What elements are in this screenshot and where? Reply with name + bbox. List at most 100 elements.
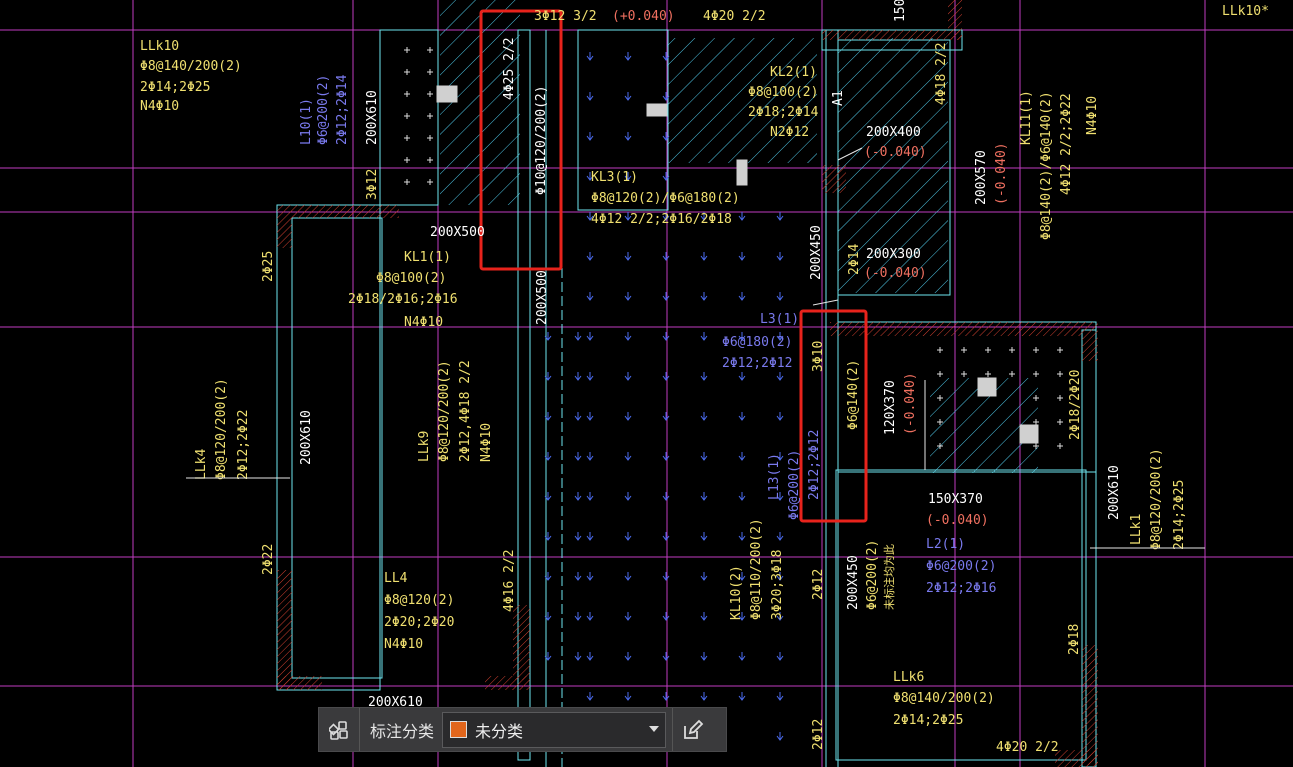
slab-plus-mark <box>1057 347 1063 353</box>
slab-arrow <box>574 452 582 461</box>
kl2-size: 200X400 <box>866 125 921 140</box>
size-150x370: 150X370 <box>928 492 983 507</box>
llk4-stirrup: Φ8@120/200(2) <box>214 378 229 480</box>
bar-3c12: 3Φ12 <box>365 169 380 200</box>
slab-arrow <box>776 372 784 381</box>
llk4-size: 200X610 <box>299 410 314 465</box>
slab-arrow <box>624 92 632 101</box>
category-select[interactable]: 未分类 <box>442 711 667 748</box>
slab-arrow <box>574 652 582 661</box>
bar-2c22: 2Φ22 <box>261 544 276 575</box>
llk1-name: LLk1 <box>1129 514 1144 545</box>
kl3-name: KL3(1) <box>591 170 638 185</box>
slab-arrow <box>776 652 784 661</box>
top-label-far-right: LLk10* <box>1222 4 1269 19</box>
slab-arrow <box>624 572 632 581</box>
slab-plus-mark <box>427 179 433 185</box>
kl10b-note: 未标注均为此 <box>882 544 896 610</box>
slab-plus-mark <box>404 135 410 141</box>
kl11-elev: (-0.040) <box>994 142 1009 205</box>
slab-arrow <box>586 332 594 341</box>
slab-arrow <box>574 612 582 621</box>
slab-plus-mark <box>1009 347 1015 353</box>
slab-arrow <box>662 652 670 661</box>
grid-icon[interactable] <box>319 708 360 751</box>
slab-arrow <box>776 692 784 701</box>
top-label-right: 4Φ20 2/2 <box>703 9 766 24</box>
slab-arrow <box>662 332 670 341</box>
llk9-stirrup: Φ8@120/200(2) <box>437 360 452 462</box>
slab-arrow <box>776 412 784 421</box>
slab-plus-mark <box>1033 371 1039 377</box>
edit-icon[interactable] <box>672 708 713 751</box>
kl2-stirrup: Φ8@100(2) <box>748 85 818 100</box>
slab-plus-mark <box>961 371 967 377</box>
slab-arrow <box>586 492 594 501</box>
a1-label: A1 <box>831 90 846 106</box>
llk1-bars: 2Φ14;2Φ25 <box>1172 480 1187 550</box>
slab-arrow <box>700 492 708 501</box>
ll4-name: LL4 <box>384 571 408 586</box>
llk4-bars: 2Φ12;2Φ22 <box>236 410 251 480</box>
annotation-toolbar: 标注分类 未分类 <box>318 707 727 752</box>
slab-arrow <box>738 492 746 501</box>
kl11-name: KL11(1) <box>1019 90 1034 145</box>
bar-4c20: 4Φ20 2/2 <box>996 740 1059 755</box>
slab-arrow <box>662 372 670 381</box>
slab-arrow <box>586 132 594 141</box>
l2-bars: 2Φ12;2Φ16 <box>926 581 996 596</box>
slab-arrow <box>776 212 784 221</box>
top-label-mid: (+0.040) <box>612 9 675 24</box>
slab-arrow <box>700 572 708 581</box>
bar-2c18b: 2Φ18 <box>1067 624 1082 655</box>
hl-bottom-bars: 3Φ10 <box>811 341 826 372</box>
kl10b-stirrup: Φ6@200(2) <box>865 540 880 610</box>
bar-2c25: 2Φ25 <box>261 251 276 282</box>
slab-arrow <box>586 372 594 381</box>
ll4-side: N4Φ10 <box>384 637 423 652</box>
slab-arrow <box>624 52 632 61</box>
l3-bars: 2Φ12;2Φ12 <box>722 356 792 371</box>
elev-120: (-0.040) <box>903 372 918 435</box>
slab-plus-mark <box>427 69 433 75</box>
slab-arrow <box>662 412 670 421</box>
l3-name: L3(1) <box>760 312 799 327</box>
slab-plus-mark <box>1057 419 1063 425</box>
slab-arrow <box>700 532 708 541</box>
llk10-bars: 2Φ14;2Φ25 <box>140 80 210 95</box>
l10-size: 200X610 <box>365 90 380 145</box>
top-label-left: 3Φ12 3/2 <box>534 9 597 24</box>
kl10-stirrup: Φ8@110/200(2) <box>749 518 764 620</box>
ll4-bars: 2Φ20;2Φ20 <box>384 615 454 630</box>
l13-bars: 2Φ12;2Φ12 <box>807 430 822 500</box>
slab-plus-mark <box>404 69 410 75</box>
slab-arrow <box>738 252 746 261</box>
slab-arrow <box>624 452 632 461</box>
size-200x500: 200X500 <box>430 225 485 240</box>
size-120x370: 120X370 <box>883 380 898 435</box>
slab-arrow <box>776 252 784 261</box>
kl2-name: KL2(1) <box>770 65 817 80</box>
slab-arrow <box>624 332 632 341</box>
slab-arrow <box>624 372 632 381</box>
slab-plus-mark <box>1057 371 1063 377</box>
slab-arrow <box>586 52 594 61</box>
slab-arrow <box>662 692 670 701</box>
llk4-name: LLk4 <box>194 449 209 480</box>
llk10-name: LLk10 <box>140 39 179 54</box>
slab-arrow <box>624 252 632 261</box>
slab-plus-mark <box>404 91 410 97</box>
cad-drawing-canvas[interactable]: 3Φ12 3/2 (+0.040) 4Φ20 2/2 LLk10* LLk10 … <box>0 0 1293 767</box>
slab-arrow <box>586 452 594 461</box>
slab-arrow <box>700 292 708 301</box>
llk10-stirrup: Φ8@140/200(2) <box>140 59 242 74</box>
l13-stirrup: Φ6@200(2) <box>787 450 802 520</box>
kl11-side: N4Φ10 <box>1085 96 1100 135</box>
size-200x450-b: 200X450 <box>846 555 861 610</box>
slab-arrow <box>574 492 582 501</box>
slab-arrow <box>574 572 582 581</box>
slab-arrow <box>586 532 594 541</box>
bar-2c14: 2Φ14 <box>847 244 862 275</box>
l13-name: L13(1) <box>767 453 782 500</box>
slab-arrow <box>700 252 708 261</box>
